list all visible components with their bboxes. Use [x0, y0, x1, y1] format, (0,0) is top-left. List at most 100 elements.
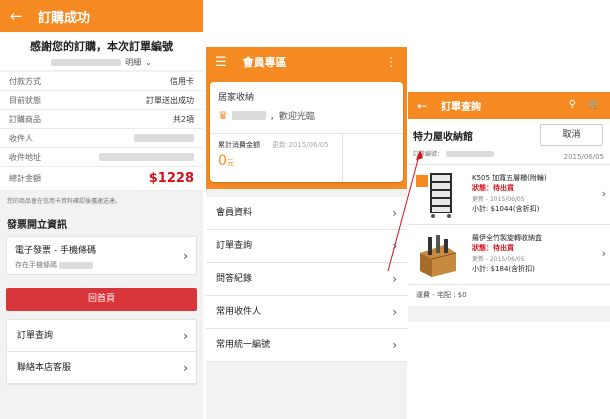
order-success-screen: ← 訂購成功 感謝您的訂購，本次訂單編號 明細 ⌄ 付款方式 信用卡 目前狀態 …	[0, 0, 203, 419]
app-bar: ← 訂購成功	[0, 0, 203, 32]
order-item[interactable]: 羅伊全竹製旋轉收納盒 狀態：待出貨 更新 - 2015/06/05 小計: $1…	[408, 225, 610, 285]
chevron-right-icon: ›	[392, 206, 397, 220]
menu-item-label: 訂單查詢	[216, 241, 253, 251]
recipient-redacted	[134, 134, 194, 142]
menu-item-contact-service[interactable]: 聯絡本店客服 ›	[7, 352, 196, 384]
item-name: K505 加寬五層櫃(附輪)	[472, 174, 547, 182]
home-button[interactable]: 回首頁	[6, 288, 197, 311]
bamboo-organizer-image	[420, 235, 457, 277]
thanks-text: 感謝您的訂購，本次訂單編號	[30, 40, 173, 53]
invoice-sub: 存在手機條碼	[15, 261, 57, 269]
item-subtotal: 小計: $1044(含折扣)	[472, 205, 540, 213]
info-value: 信用卡	[170, 76, 194, 86]
welcome-row: ♛ ，歡迎光臨	[218, 109, 315, 122]
info-row-total: 總計金額 $1228	[0, 167, 203, 191]
invoice-card[interactable]: 電子發票 - 手機條碼 存在手機條碼 ›	[6, 236, 197, 275]
info-key: 目前狀態	[9, 95, 41, 105]
member-menu: 會員資料 › 訂單查詢 › 問答紀錄 › 常用收件人 › 常用統一編號 ›	[206, 197, 407, 362]
member-name-redacted	[231, 111, 266, 120]
spend-amount: 0	[218, 153, 227, 169]
chevron-right-icon: ›	[392, 239, 397, 253]
menu-item-tax-ids[interactable]: 常用統一編號 ›	[206, 329, 407, 362]
thanks-panel: 感謝您的訂購，本次訂單編號 明細 ⌄	[0, 32, 203, 70]
info-key: 收件地址	[9, 152, 41, 162]
arrow-left-icon[interactable]: ←	[417, 99, 427, 113]
shipping-fee: 運費 - 宅配 : $0	[408, 285, 610, 306]
info-row-payment: 付款方式 信用卡	[0, 72, 203, 91]
order-header: 特力屋收納館 取消 訂單編號： 2015/06/05	[408, 119, 610, 165]
menu-item-label: 訂單查詢	[17, 331, 54, 341]
more-vert-icon[interactable]: ⋮	[385, 55, 397, 69]
chevron-right-icon: ›	[183, 360, 188, 375]
invoice-section-title: 發票開立資訊	[7, 220, 67, 231]
info-value: 訂單送出成功	[146, 95, 194, 105]
spend-unit: 元	[226, 159, 234, 167]
drawer-cabinet-image	[416, 173, 452, 218]
menu-icon[interactable]: ☰	[215, 55, 227, 70]
order-query-screen: ← 訂單查詢 ⚲ 🛒 特力屋收納館 取消 訂單編號： 2015/06/05 K5…	[408, 92, 610, 322]
menu-item-qa-records[interactable]: 問答紀錄 ›	[206, 263, 407, 296]
menu-item-label: 常用收件人	[216, 307, 262, 317]
menu-item-label: 常用統一編號	[216, 340, 271, 350]
item-name: 羅伊全竹製旋轉收納盒	[472, 234, 542, 242]
arrow-left-icon[interactable]: ←	[10, 7, 34, 25]
barcode-redacted	[59, 261, 94, 269]
chevron-right-icon: ›	[392, 305, 397, 319]
item-status: 狀態：待出貨	[472, 184, 514, 192]
welcome-text: ，歡迎光臨	[269, 112, 315, 122]
order-number-redacted	[51, 59, 122, 66]
page-title: 訂購成功	[38, 10, 91, 26]
page-title: 會員專區	[242, 56, 287, 69]
info-row-status: 目前狀態 訂單送出成功	[0, 91, 203, 110]
item-updated: 更新 - 2015/06/05	[472, 196, 525, 203]
total-label: 總計金額	[9, 174, 41, 183]
menu-item-label: 會員資料	[216, 208, 253, 218]
chevron-down-icon: ⌄	[145, 58, 152, 67]
delivery-note: 您的商品會在信用卡資料確認後儘速送達。	[7, 198, 122, 205]
order-item[interactable]: K505 加寬五層櫃(附輪) 狀態：待出貨 更新 - 2015/06/05 小計…	[408, 165, 610, 225]
info-key: 訂購商品	[9, 114, 41, 124]
info-row-recipient: 收件人	[0, 129, 203, 148]
member-hero: 居家收納 ♛ ，歡迎光臨 累計消費金額 更新:2015/06/05 0元	[206, 77, 407, 189]
divider-vertical	[342, 133, 343, 182]
menu-item-label: 問答紀錄	[216, 274, 253, 284]
member-card: 居家收納 ♛ ，歡迎光臨 累計消費金額 更新:2015/06/05 0元	[210, 82, 403, 182]
chevron-right-icon: ›	[601, 247, 606, 260]
chevron-right-icon: ›	[601, 187, 606, 200]
detail-label: 明細	[125, 58, 142, 67]
chevron-right-icon: ›	[392, 338, 397, 352]
item-subtotal: 小計: $184(含折扣)	[472, 265, 535, 273]
menu-item-order-query[interactable]: 訂單查詢 ›	[206, 230, 407, 263]
invoice-sub-row: 存在手機條碼	[15, 260, 188, 270]
order-date: 2015/06/05	[563, 153, 604, 161]
info-row-address: 收件地址	[0, 148, 203, 167]
cancel-button[interactable]: 取消	[540, 124, 603, 146]
updated-text: 更新:2015/06/05	[272, 141, 329, 149]
order-menu: 訂單查詢 › 聯絡本店客服 ›	[6, 319, 197, 385]
crown-icon: ♛	[218, 109, 228, 122]
spend-amount-row: 0元	[218, 153, 234, 169]
order-number-label: 訂單編號：	[413, 151, 444, 158]
divider	[210, 133, 403, 134]
cart-icon[interactable]: 🛒	[588, 99, 600, 110]
page-title: 訂單查詢	[441, 102, 482, 113]
app-bar: ← 訂單查詢 ⚲ 🛒	[408, 92, 610, 119]
info-value: 共2項	[172, 114, 194, 124]
menu-item-recipients[interactable]: 常用收件人 ›	[206, 296, 407, 329]
info-key: 收件人	[9, 133, 33, 143]
total-value: $1228	[148, 171, 194, 186]
order-number-redacted	[446, 150, 495, 157]
spend-label: 累計消費金額	[218, 141, 260, 149]
menu-item-order-query[interactable]: 訂單查詢 ›	[7, 320, 196, 352]
order-number-row[interactable]: 明細 ⌄	[0, 57, 203, 68]
invoice-title: 電子發票 - 手機條碼	[15, 246, 96, 256]
menu-item-member-info[interactable]: 會員資料 ›	[206, 197, 407, 230]
member-area-screen: ☰ 會員專區 ⋮ 居家收納 ♛ ，歡迎光臨 累計消費金額 更新:2015/06/…	[206, 47, 407, 419]
chevron-right-icon: ›	[183, 328, 188, 343]
order-number-row: 訂單編號：	[413, 149, 495, 158]
store-name: 居家收納	[218, 93, 255, 103]
menu-item-label: 聯絡本店客服	[17, 363, 72, 373]
app-bar: ☰ 會員專區 ⋮	[206, 47, 407, 77]
order-info-list: 付款方式 信用卡 目前狀態 訂單送出成功 訂購商品 共2項 收件人 收件地址 總…	[0, 72, 203, 191]
search-icon[interactable]: ⚲	[569, 99, 576, 110]
